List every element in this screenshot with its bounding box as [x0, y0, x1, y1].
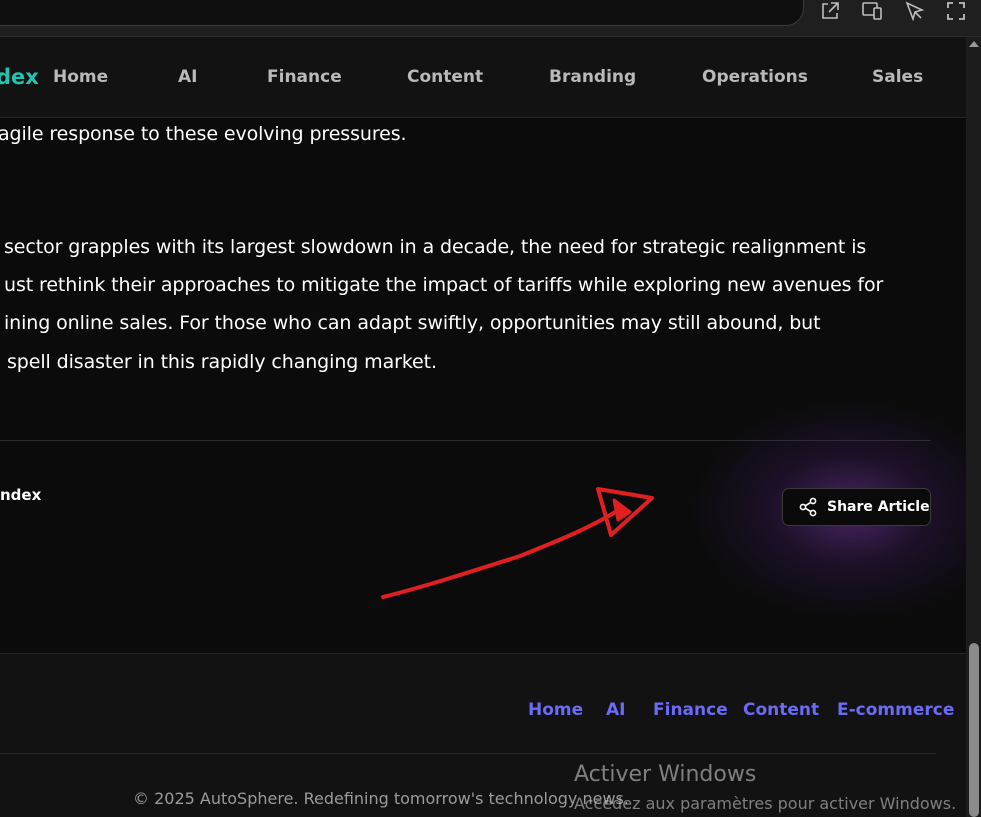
footer-link-ai[interactable]: AI [606, 700, 625, 720]
footer-link-ecommerce[interactable]: E-commerce [837, 700, 954, 720]
article-paragraph-line: ust rethink their approaches to mitigate… [4, 274, 884, 296]
article-paragraph-line: agile response to these evolving pressur… [0, 123, 407, 145]
fullscreen-icon[interactable] [945, 0, 967, 22]
scrollbar-thumb[interactable] [969, 643, 979, 817]
external-link-icon[interactable] [819, 0, 841, 22]
article-paragraph-line: sector grapples with its largest slowdow… [4, 236, 867, 258]
share-icon [799, 497, 817, 517]
site-navbar: dex Home AI Finance Content Branding Ope… [0, 37, 966, 118]
nav-link-ai[interactable]: AI [178, 67, 197, 87]
nav-link-home[interactable]: Home [53, 67, 108, 87]
address-bar[interactable] [0, 0, 804, 26]
inspect-cursor-icon[interactable] [903, 0, 925, 22]
footer-link-finance[interactable]: Finance [653, 700, 728, 720]
page-scrollbar[interactable] [966, 37, 981, 817]
footer-divider [0, 753, 936, 754]
footer-copyright: © 2025 AutoSphere. Redefining tomorrow's… [133, 789, 629, 808]
article-paragraph-line: spell disaster in this rapidly changing … [7, 351, 437, 373]
windows-activation-subtitle: Accédez aux paramètres pour activer Wind… [574, 794, 957, 813]
nav-link-content[interactable]: Content [407, 67, 483, 87]
site-logo[interactable]: dex [0, 65, 39, 89]
article-paragraph-line: ining online sales. For those who can ad… [4, 312, 821, 334]
nav-link-branding[interactable]: Branding [549, 67, 636, 87]
share-article-button[interactable]: Share Article [782, 488, 931, 526]
footer-link-content[interactable]: Content [743, 700, 819, 720]
windows-activation-title: Activer Windows [574, 762, 757, 787]
nav-link-finance[interactable]: Finance [267, 67, 342, 87]
device-toolbar-icon[interactable] [861, 0, 883, 22]
nav-link-operations[interactable]: Operations [702, 67, 808, 87]
browser-toolbar [0, 0, 981, 37]
author-name: ndex [0, 486, 42, 504]
footer-link-home[interactable]: Home [528, 700, 583, 720]
scroll-up-arrow-icon[interactable] [969, 41, 979, 47]
share-article-label: Share Article [827, 499, 930, 515]
nav-link-sales[interactable]: Sales [872, 67, 923, 87]
site-footer: Home AI Finance Content E-commerce © 202… [0, 653, 966, 817]
